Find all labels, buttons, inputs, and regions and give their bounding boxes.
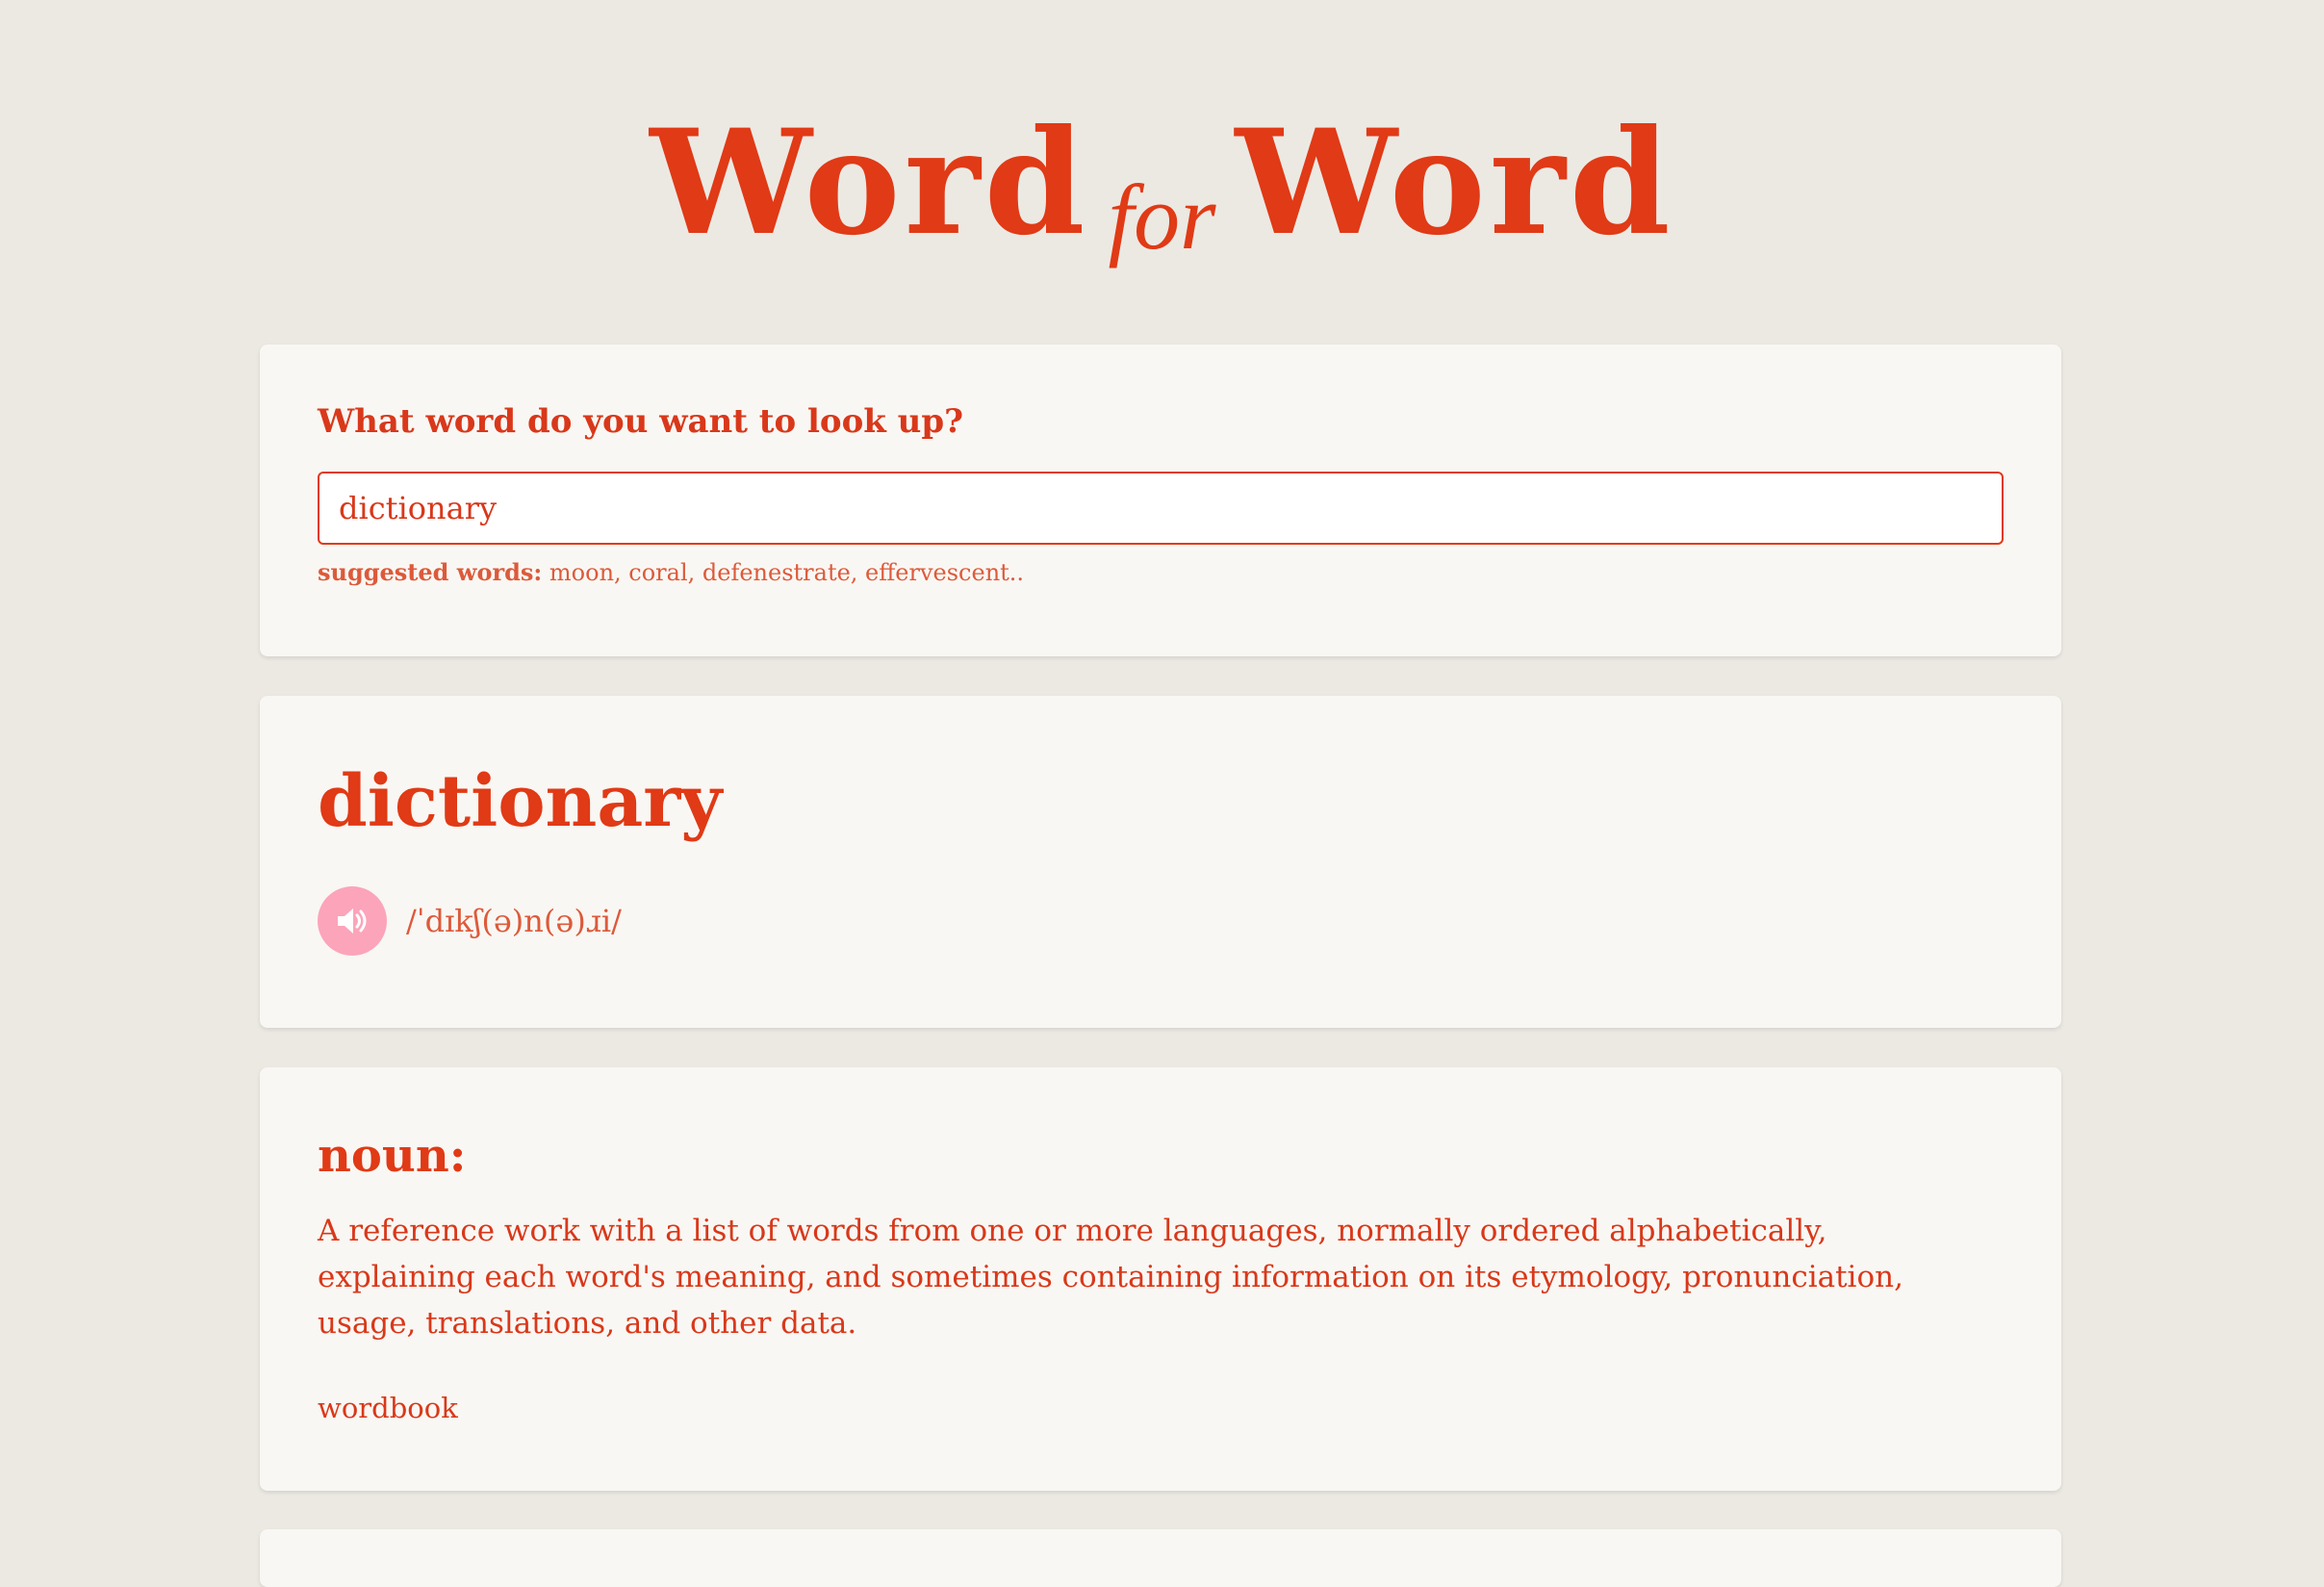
speaker-icon: [338, 909, 367, 934]
suggested-words-list: moon, coral, defenestrate, effervescent.…: [549, 559, 1025, 586]
phonetic-transcription: /ˈdɪkʃ(ə)n(ə)ɹi/: [406, 903, 622, 939]
play-audio-button[interactable]: [318, 886, 387, 956]
meaning-card: noun: A reference work with a list of wo…: [260, 1067, 2061, 1491]
search-card: What word do you want to look up? sugges…: [260, 345, 2061, 656]
title-joiner: for: [1108, 166, 1216, 269]
definition-text: A reference work with a list of words fr…: [318, 1214, 1903, 1341]
suggested-words-label: suggested words:: [318, 558, 543, 586]
headword: dictionary: [318, 760, 723, 843]
word-card: dictionary /ˈdɪkʃ(ə)n(ə)ɹi/: [260, 696, 2061, 1028]
search-input[interactable]: [318, 472, 2004, 545]
part-of-speech-heading: noun:: [318, 1129, 467, 1183]
title-word-1: Word: [650, 98, 1089, 268]
suggested-words: suggested words: moon, coral, defenestra…: [318, 556, 1024, 589]
next-meaning-card: [260, 1529, 2061, 1587]
synonym-link[interactable]: wordbook: [318, 1389, 458, 1427]
title-word-2: Word: [1235, 98, 1674, 268]
search-label: What word do you want to look up?: [318, 402, 964, 441]
site-title: Word for Word: [0, 96, 2324, 304]
